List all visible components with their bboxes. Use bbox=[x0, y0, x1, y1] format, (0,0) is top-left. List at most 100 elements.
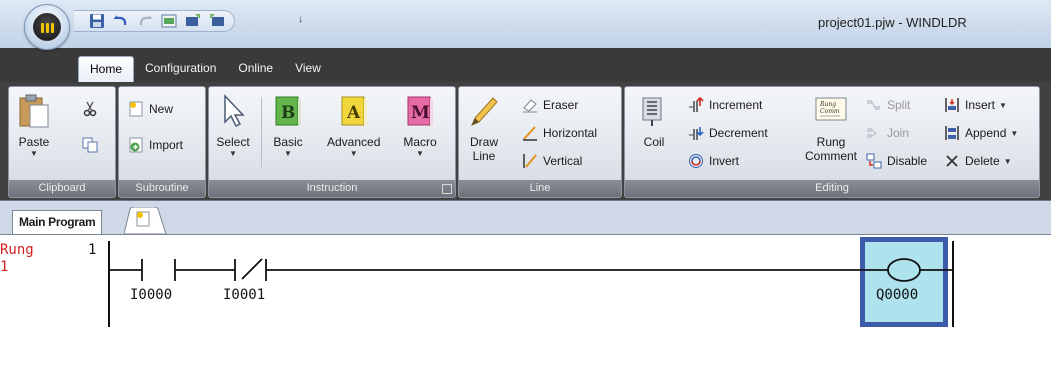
paste-label: Paste bbox=[18, 135, 50, 149]
svg-text:M: M bbox=[411, 103, 430, 123]
increment-icon bbox=[687, 97, 705, 113]
horizontal-line-label: Horizontal bbox=[543, 126, 598, 140]
svg-text:B: B bbox=[281, 103, 295, 123]
join-label: Join bbox=[887, 126, 910, 140]
application-menu-button[interactable] bbox=[24, 4, 70, 50]
paste-button[interactable]: Paste ▼ bbox=[17, 93, 51, 158]
split-button[interactable]: Split bbox=[865, 97, 910, 113]
invert-button[interactable]: Invert bbox=[687, 153, 739, 169]
app-logo-icon bbox=[33, 13, 61, 41]
monitor-icon[interactable] bbox=[160, 12, 178, 30]
draw-line-label: Draw Line bbox=[469, 135, 498, 163]
select-label: Select bbox=[216, 135, 250, 149]
eraser-button[interactable]: Eraser bbox=[521, 97, 578, 113]
new-subroutine-label: New bbox=[149, 102, 174, 116]
eraser-icon bbox=[521, 97, 539, 113]
horizontal-line-button[interactable]: Horizontal bbox=[521, 125, 597, 141]
editing-group: Coil Increment Decrement Invert Rung Comm… bbox=[624, 86, 1040, 198]
draw-line-button[interactable]: Draw Line bbox=[467, 93, 501, 163]
quick-access-toolbar bbox=[74, 10, 235, 32]
group-label-clipboard: Clipboard bbox=[9, 180, 115, 197]
line-group: Draw Line Eraser Horizontal Vertical Lin… bbox=[458, 86, 622, 198]
delete-button[interactable]: Delete ▼ bbox=[943, 153, 1012, 169]
svg-text:Rung: Rung bbox=[819, 101, 836, 108]
save-icon[interactable] bbox=[88, 12, 106, 30]
append-button[interactable]: Append ▼ bbox=[943, 125, 1018, 141]
horizontal-line-icon bbox=[521, 125, 539, 141]
decrement-button[interactable]: Decrement bbox=[687, 125, 768, 141]
clipboard-group: Paste ▼ Clipboard bbox=[8, 86, 116, 198]
coil-button[interactable]: Coil bbox=[637, 93, 671, 149]
upload-icon[interactable] bbox=[208, 12, 226, 30]
tab-online[interactable]: Online bbox=[227, 56, 284, 82]
tab-home[interactable]: Home bbox=[78, 56, 135, 82]
disable-button[interactable]: Disable bbox=[865, 153, 927, 169]
coil-icon bbox=[637, 93, 671, 129]
import-icon bbox=[127, 137, 145, 153]
group-label-line: Line bbox=[459, 180, 621, 197]
basic-instruction-label: Basic bbox=[273, 135, 303, 149]
decrement-icon bbox=[687, 125, 705, 141]
join-icon bbox=[865, 125, 883, 141]
select-button[interactable]: Select ▼ bbox=[216, 93, 250, 158]
chevron-down-icon: ▼ bbox=[416, 149, 424, 158]
advanced-instruction-button[interactable]: A Advanced ▼ bbox=[327, 93, 380, 158]
group-label-editing: Editing bbox=[625, 180, 1039, 197]
new-tab-icon[interactable] bbox=[124, 207, 168, 234]
customize-qat-dropdown-icon[interactable]: ↓ bbox=[298, 14, 303, 25]
rung-comment-label: Rung Comment bbox=[805, 135, 858, 163]
paste-icon bbox=[17, 93, 51, 129]
rung-comment-button[interactable]: Rung Comm Rung Comment bbox=[805, 93, 857, 163]
chevron-down-icon: ▼ bbox=[284, 149, 292, 158]
macro-instruction-button[interactable]: M Macro ▼ bbox=[403, 93, 437, 158]
undo-icon[interactable] bbox=[112, 12, 130, 30]
book-a-icon: A bbox=[337, 93, 371, 129]
rung-comment-icon: Rung Comm bbox=[814, 93, 848, 129]
import-subroutine-button[interactable]: Import bbox=[127, 137, 183, 153]
split-icon bbox=[865, 97, 883, 113]
tab-view[interactable]: View bbox=[284, 56, 332, 82]
vertical-line-icon bbox=[521, 153, 539, 169]
contact-label: I0001 bbox=[223, 287, 266, 303]
group-label-instruction: Instruction bbox=[209, 180, 455, 197]
subroutine-group: New Import Subroutine bbox=[118, 86, 206, 198]
svg-text:Comm: Comm bbox=[820, 108, 840, 115]
scissors-icon bbox=[81, 101, 99, 117]
delete-x-icon bbox=[943, 153, 961, 169]
append-icon bbox=[943, 125, 961, 141]
increment-button[interactable]: Increment bbox=[687, 97, 762, 113]
redo-icon[interactable] bbox=[136, 12, 154, 30]
join-button[interactable]: Join bbox=[865, 125, 909, 141]
instruction-group: Select ▼ B Basic ▼ A Advanced ▼ M Macro … bbox=[208, 86, 456, 198]
ribbon: Paste ▼ Clipboard New Import Subroutine … bbox=[0, 82, 1051, 200]
invert-label: Invert bbox=[709, 154, 740, 168]
coil-label: Q0000 bbox=[876, 287, 919, 303]
advanced-instruction-label: Advanced bbox=[327, 135, 381, 149]
tab-configuration[interactable]: Configuration bbox=[134, 56, 227, 82]
new-subroutine-button[interactable]: New bbox=[127, 101, 173, 117]
increment-label: Increment bbox=[709, 98, 763, 112]
dialog-launcher-icon[interactable] bbox=[442, 184, 452, 194]
contact-label: I0000 bbox=[130, 287, 173, 303]
chevron-down-icon: ▼ bbox=[229, 149, 237, 158]
basic-instruction-button[interactable]: B Basic ▼ bbox=[271, 93, 305, 158]
vertical-line-button[interactable]: Vertical bbox=[521, 153, 582, 169]
cut-button[interactable] bbox=[81, 101, 99, 117]
copy-button[interactable] bbox=[81, 137, 99, 153]
document-tab-strip: Main Program bbox=[0, 200, 1051, 234]
insert-label: Insert bbox=[965, 98, 996, 112]
tab-main-program[interactable]: Main Program bbox=[12, 210, 103, 234]
contact-nc-i0001 bbox=[234, 258, 267, 281]
ladder-editor[interactable]: Rung 1 1 I0000 I0001 Q0000 bbox=[0, 234, 1051, 367]
split-label: Split bbox=[887, 98, 911, 112]
chevron-down-icon: ▼ bbox=[349, 149, 358, 158]
chevron-down-icon: ▼ bbox=[1003, 156, 1012, 166]
download-icon[interactable] bbox=[184, 12, 202, 30]
insert-button[interactable]: Insert ▼ bbox=[943, 97, 1007, 113]
coil-symbol bbox=[887, 258, 921, 282]
chevron-down-icon: ▼ bbox=[999, 100, 1007, 110]
book-m-icon: M bbox=[403, 93, 437, 129]
decrement-label: Decrement bbox=[709, 126, 768, 140]
book-b-icon: B bbox=[271, 93, 305, 129]
divider bbox=[261, 97, 262, 167]
